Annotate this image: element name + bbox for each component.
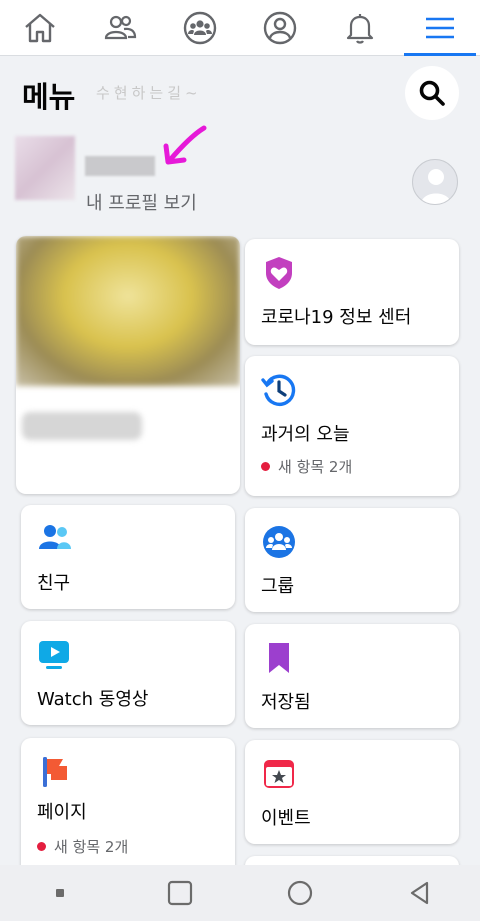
tab-groups[interactable] <box>160 0 240 55</box>
new-items-badge: 새 항목 2개 <box>37 836 128 857</box>
tab-notifications[interactable] <box>320 0 400 55</box>
badge-text: 새 항목 2개 <box>54 838 129 856</box>
back-button[interactable] <box>390 865 450 921</box>
new-items-badge: 새 항목 2개 <box>261 456 352 477</box>
clock-history-icon <box>261 374 296 406</box>
tab-menu[interactable] <box>400 0 480 56</box>
shortcut-saved[interactable]: 저장됨 <box>245 624 459 728</box>
system-navigation-bar <box>0 865 480 921</box>
friends-icon <box>104 15 137 39</box>
flag-icon <box>43 757 67 787</box>
blurred-shortcut-card[interactable] <box>16 236 240 494</box>
shortcut-label: Watch 동영상 <box>37 689 149 710</box>
shortcut-covid-info[interactable]: 코로나19 정보 센터 <box>245 239 459 345</box>
friends-icon <box>39 525 71 549</box>
badge-text: 새 항목 2개 <box>278 458 353 476</box>
blurred-label <box>22 412 142 440</box>
shortcut-label: 친구 <box>37 573 71 594</box>
pointer-arrow-icon <box>163 125 207 165</box>
video-icon <box>39 641 69 669</box>
bookmark-icon <box>269 643 289 673</box>
overview-button[interactable] <box>150 865 210 921</box>
shortcut-pages[interactable]: 페이지 새 항목 2개 <box>21 738 235 878</box>
shortcut-friends[interactable]: 친구 <box>21 505 235 609</box>
square-icon <box>167 880 193 906</box>
watermark-text: 수현하는길~ <box>96 84 202 102</box>
home-icon <box>25 13 55 42</box>
groups-icon <box>263 526 295 558</box>
search-icon <box>419 80 445 106</box>
blurred-image <box>16 236 240 386</box>
profile-icon <box>263 11 297 44</box>
shortcut-watch[interactable]: Watch 동영상 <box>21 621 235 725</box>
tab-profile[interactable] <box>240 0 320 55</box>
profile-name-redacted[interactable] <box>85 156 155 176</box>
profile-avatar[interactable] <box>15 136 75 200</box>
switch-account-avatar[interactable] <box>412 159 458 205</box>
tab-friends[interactable] <box>80 0 160 55</box>
recent-apps-button[interactable] <box>30 865 90 921</box>
circle-icon <box>287 880 313 906</box>
home-button[interactable] <box>270 865 330 921</box>
shortcut-label: 코로나19 정보 센터 <box>261 307 412 328</box>
calendar-star-icon <box>264 760 294 788</box>
page-title: 메뉴 <box>22 80 76 114</box>
top-navigation <box>0 0 480 56</box>
shortcut-label: 그룹 <box>261 576 295 597</box>
groups-icon <box>183 11 217 44</box>
back-triangle-icon <box>410 881 429 905</box>
view-profile-link[interactable]: 내 프로필 보기 <box>86 189 197 215</box>
shortcut-events[interactable]: 이벤트 <box>245 740 459 844</box>
search-button[interactable] <box>405 66 459 120</box>
shortcut-label: 과거의 오늘 <box>261 424 350 445</box>
default-avatar-icon <box>421 169 451 204</box>
shortcut-label: 저장됨 <box>261 692 311 713</box>
shortcut-label: 페이지 <box>37 802 87 823</box>
shield-heart-icon <box>266 257 292 289</box>
tab-home[interactable] <box>0 0 80 55</box>
hamburger-icon <box>426 17 454 38</box>
red-dot-icon <box>261 462 270 471</box>
shortcut-groups[interactable]: 그룹 <box>245 508 459 612</box>
shortcut-label: 이벤트 <box>261 808 311 829</box>
recent-dot-icon <box>56 889 64 897</box>
shortcut-memories[interactable]: 과거의 오늘 새 항목 2개 <box>245 356 459 496</box>
bell-icon <box>346 13 374 44</box>
red-dot-icon <box>37 842 46 851</box>
